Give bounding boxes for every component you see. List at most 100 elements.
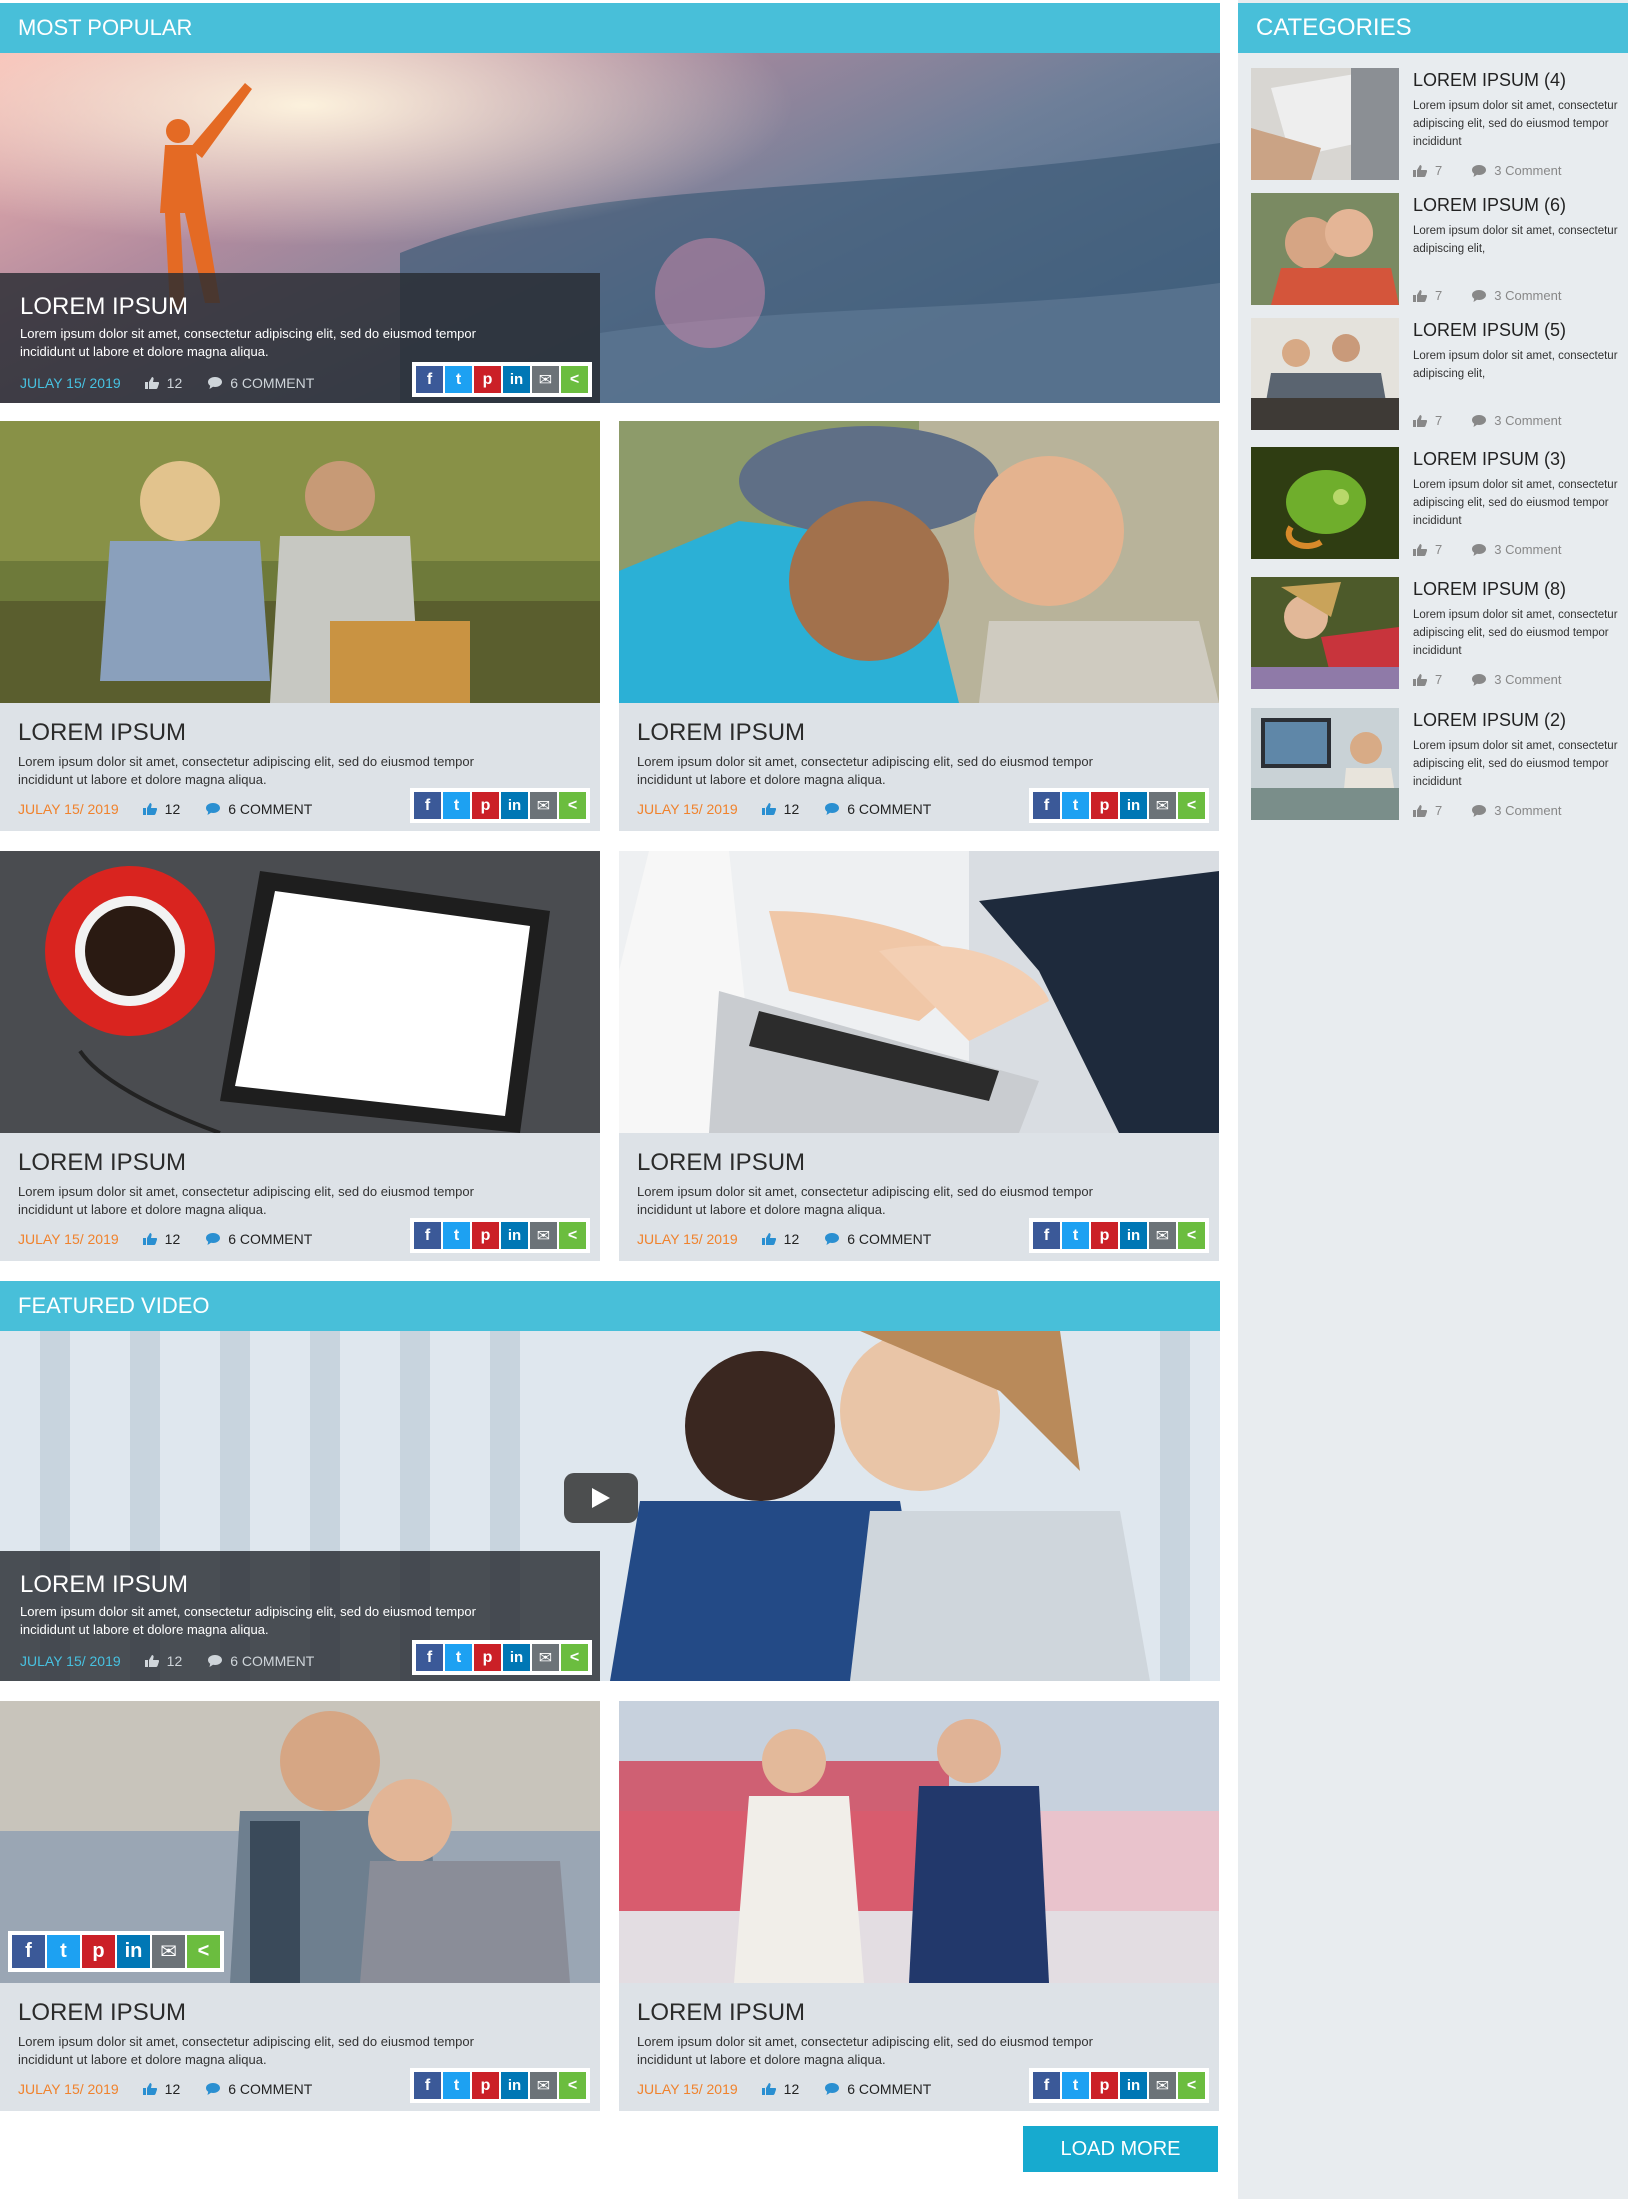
- comment-count[interactable]: 3 Comment: [1494, 542, 1561, 557]
- comment-count[interactable]: 6 COMMENT: [228, 2081, 312, 2097]
- share-icon[interactable]: <: [1178, 792, 1205, 819]
- share-icon[interactable]: <: [1178, 1222, 1205, 1249]
- pinterest-icon[interactable]: p: [82, 1935, 115, 1968]
- hero-popular-title[interactable]: LOREM IPSUM: [20, 293, 580, 321]
- twitter-icon[interactable]: t: [1062, 792, 1089, 819]
- comment-icon[interactable]: [1472, 674, 1486, 686]
- article-card[interactable]: LOREM IPSUM Lorem ipsum dolor sit amet, …: [0, 851, 600, 1261]
- article-card[interactable]: LOREM IPSUM Lorem ipsum dolor sit amet, …: [0, 421, 600, 831]
- comment-icon[interactable]: [208, 1655, 222, 1667]
- article-title[interactable]: LOREM IPSUM: [18, 719, 582, 747]
- linkedin-icon[interactable]: in: [501, 792, 528, 819]
- comment-icon[interactable]: [825, 1233, 839, 1245]
- comment-count[interactable]: 6 COMMENT: [847, 2081, 931, 2097]
- like-icon[interactable]: [1413, 415, 1427, 427]
- like-icon[interactable]: [1413, 674, 1427, 686]
- twitter-icon[interactable]: t: [47, 1935, 80, 1968]
- email-icon[interactable]: ✉: [1149, 1222, 1176, 1249]
- comment-icon[interactable]: [825, 2083, 839, 2095]
- category-title[interactable]: LOREM IPSUM (8): [1413, 579, 1618, 600]
- category-title[interactable]: LOREM IPSUM (3): [1413, 449, 1618, 470]
- article-title[interactable]: LOREM IPSUM: [637, 719, 1201, 747]
- linkedin-icon[interactable]: in: [503, 366, 530, 393]
- comment-icon[interactable]: [1472, 165, 1486, 177]
- share-icon[interactable]: <: [561, 366, 588, 393]
- comment-count[interactable]: 6 COMMENT: [847, 801, 931, 817]
- hero-video-title[interactable]: LOREM IPSUM: [20, 1571, 580, 1599]
- comment-icon[interactable]: [206, 2083, 220, 2095]
- category-item[interactable]: LOREM IPSUM (6) Lorem ipsum dolor sit am…: [1251, 193, 1621, 305]
- twitter-icon[interactable]: t: [1062, 1222, 1089, 1249]
- pinterest-icon[interactable]: p: [472, 1222, 499, 1249]
- category-item[interactable]: LOREM IPSUM (2) Lorem ipsum dolor sit am…: [1251, 708, 1621, 820]
- comment-icon[interactable]: [206, 1233, 220, 1245]
- twitter-icon[interactable]: t: [443, 792, 470, 819]
- comment-icon[interactable]: [1472, 544, 1486, 556]
- twitter-icon[interactable]: t: [443, 1222, 470, 1249]
- share-icon[interactable]: <: [559, 1222, 586, 1249]
- email-icon[interactable]: ✉: [532, 366, 559, 393]
- load-more-button[interactable]: LOAD MORE: [1023, 2126, 1218, 2172]
- linkedin-icon[interactable]: in: [117, 1935, 150, 1968]
- email-icon[interactable]: ✉: [532, 1644, 559, 1671]
- comment-count[interactable]: 3 Comment: [1494, 803, 1561, 818]
- facebook-icon[interactable]: f: [12, 1935, 45, 1968]
- article-title[interactable]: LOREM IPSUM: [18, 1999, 582, 2027]
- comment-count[interactable]: 3 Comment: [1494, 288, 1561, 303]
- article-card[interactable]: LOREM IPSUM Lorem ipsum dolor sit amet, …: [619, 851, 1219, 1261]
- like-icon[interactable]: [145, 1655, 159, 1667]
- comment-icon[interactable]: [825, 803, 839, 815]
- like-icon[interactable]: [1413, 165, 1427, 177]
- facebook-icon[interactable]: f: [416, 366, 443, 393]
- email-icon[interactable]: ✉: [530, 2072, 557, 2099]
- category-title[interactable]: LOREM IPSUM (4): [1413, 70, 1618, 91]
- email-icon[interactable]: ✉: [530, 1222, 557, 1249]
- twitter-icon[interactable]: t: [1062, 2072, 1089, 2099]
- article-title[interactable]: LOREM IPSUM: [18, 1149, 582, 1177]
- like-icon[interactable]: [143, 2083, 157, 2095]
- email-icon[interactable]: ✉: [152, 1935, 185, 1968]
- comment-count[interactable]: 6 COMMENT: [228, 1231, 312, 1247]
- linkedin-icon[interactable]: in: [503, 1644, 530, 1671]
- hero-popular-article[interactable]: LOREM IPSUM Lorem ipsum dolor sit amet, …: [0, 53, 1220, 403]
- category-item[interactable]: LOREM IPSUM (5) Lorem ipsum dolor sit am…: [1251, 318, 1621, 430]
- facebook-icon[interactable]: f: [1033, 1222, 1060, 1249]
- share-icon[interactable]: <: [559, 2072, 586, 2099]
- comment-count[interactable]: 3 Comment: [1494, 163, 1561, 178]
- share-icon[interactable]: <: [561, 1644, 588, 1671]
- comment-count[interactable]: 6 COMMENT: [228, 801, 312, 817]
- facebook-icon[interactable]: f: [1033, 2072, 1060, 2099]
- email-icon[interactable]: ✉: [530, 792, 557, 819]
- like-icon[interactable]: [1413, 805, 1427, 817]
- pinterest-icon[interactable]: p: [474, 1644, 501, 1671]
- category-item[interactable]: LOREM IPSUM (4) Lorem ipsum dolor sit am…: [1251, 68, 1621, 180]
- pinterest-icon[interactable]: p: [1091, 792, 1118, 819]
- category-title[interactable]: LOREM IPSUM (5): [1413, 320, 1618, 341]
- linkedin-icon[interactable]: in: [1120, 1222, 1147, 1249]
- share-icon[interactable]: <: [187, 1935, 220, 1968]
- twitter-icon[interactable]: t: [445, 366, 472, 393]
- comment-count[interactable]: 3 Comment: [1494, 672, 1561, 687]
- comment-icon[interactable]: [1472, 415, 1486, 427]
- pinterest-icon[interactable]: p: [1091, 2072, 1118, 2099]
- play-button[interactable]: [564, 1473, 638, 1523]
- like-icon[interactable]: [143, 1233, 157, 1245]
- facebook-icon[interactable]: f: [416, 1644, 443, 1671]
- twitter-icon[interactable]: t: [443, 2072, 470, 2099]
- like-icon[interactable]: [762, 1233, 776, 1245]
- article-title[interactable]: LOREM IPSUM: [637, 1999, 1201, 2027]
- pinterest-icon[interactable]: p: [1091, 1222, 1118, 1249]
- like-icon[interactable]: [762, 803, 776, 815]
- comment-icon[interactable]: [208, 377, 222, 389]
- facebook-icon[interactable]: f: [414, 1222, 441, 1249]
- category-item[interactable]: LOREM IPSUM (8) Lorem ipsum dolor sit am…: [1251, 577, 1621, 689]
- comment-count[interactable]: 3 Comment: [1494, 413, 1561, 428]
- comment-icon[interactable]: [1472, 805, 1486, 817]
- comment-icon[interactable]: [206, 803, 220, 815]
- like-icon[interactable]: [143, 803, 157, 815]
- comment-icon[interactable]: [1472, 290, 1486, 302]
- pinterest-icon[interactable]: p: [474, 366, 501, 393]
- category-title[interactable]: LOREM IPSUM (6): [1413, 195, 1618, 216]
- facebook-icon[interactable]: f: [414, 2072, 441, 2099]
- linkedin-icon[interactable]: in: [501, 2072, 528, 2099]
